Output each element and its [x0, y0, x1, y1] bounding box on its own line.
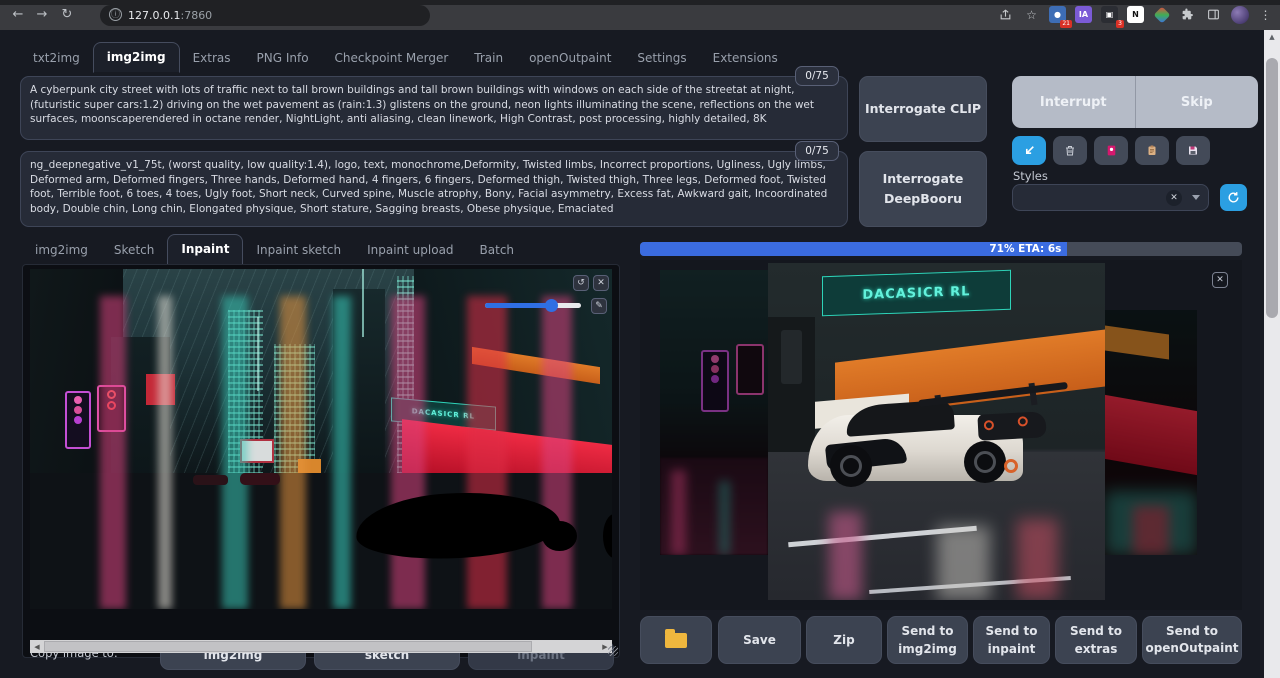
bookmark-star-icon[interactable]: ☆ — [1021, 4, 1042, 25]
site-info-icon[interactable]: ⓘ — [109, 8, 122, 21]
extension-dark-icon[interactable]: ▣ 3 — [1099, 4, 1120, 25]
img2img-mode-tabs: img2img Sketch Inpaint Inpaint sketch In… — [22, 234, 527, 265]
interrogate-clip-button[interactable]: Interrogate CLIP — [859, 76, 987, 142]
browser-toolbar: ← → ↻ ⓘ 127.0.0.1:7860 ☆ ● 21 IA ▣ 3 N — [0, 0, 1280, 30]
browser-back-icon[interactable]: ← — [8, 5, 28, 25]
styles-clear-icon[interactable]: ✕ — [1166, 190, 1182, 206]
extension-diamond-icon[interactable] — [1151, 4, 1172, 25]
scroll-up-icon[interactable]: ▲ — [1264, 30, 1280, 41]
tab-extensions[interactable]: Extensions — [700, 44, 791, 73]
preview-right-edge — [1105, 310, 1197, 555]
canvas-undo-icon[interactable]: ↺ — [573, 275, 589, 291]
browser-menu-icon[interactable]: ⋮ — [1255, 4, 1276, 25]
canvas-scroll-thumb[interactable] — [44, 641, 532, 652]
generation-progress-bar: 71% ETA: 6s — [640, 242, 1242, 256]
canvas-resize-grip[interactable] — [608, 646, 618, 656]
prompt-token-counter: 0/75 — [795, 66, 839, 86]
negative-prompt-input[interactable]: ng_deepnegative_v1_75t, (worst quality, … — [20, 151, 848, 227]
extension-ia-icon[interactable]: IA — [1073, 4, 1094, 25]
extra-networks-icon[interactable] — [1094, 136, 1128, 165]
url-port: :7860 — [180, 9, 212, 22]
tab-extras[interactable]: Extras — [180, 44, 244, 73]
styles-caret-icon — [1192, 195, 1200, 200]
zip-button[interactable]: Zip — [806, 616, 882, 664]
tab-png-info[interactable]: PNG Info — [244, 44, 322, 73]
apply-style-clipboard-icon[interactable] — [1135, 136, 1169, 165]
preview-left-edge — [660, 270, 768, 555]
mode-tab-inpaint-upload[interactable]: Inpaint upload — [354, 236, 466, 265]
tab-txt2img[interactable]: txt2img — [20, 44, 93, 73]
progress-fill: 71% ETA: 6s — [640, 242, 1067, 256]
tab-img2img[interactable]: img2img — [93, 42, 180, 73]
interrogate-deepbooru-button[interactable]: Interrogate DeepBooru — [859, 151, 987, 227]
tab-checkpoint-merger[interactable]: Checkpoint Merger — [322, 44, 462, 73]
clear-prompt-trash-icon[interactable] — [1053, 136, 1087, 165]
send-to-inpaint-button[interactable]: Send to inpaint — [973, 616, 1050, 664]
extension-notion-icon[interactable]: N — [1125, 4, 1146, 25]
share-icon[interactable] — [995, 4, 1016, 25]
save-button[interactable]: Save — [718, 616, 801, 664]
page-scroll-thumb[interactable] — [1266, 58, 1278, 318]
paste-params-icon[interactable] — [1012, 136, 1046, 165]
main-tab-bar: txt2img img2img Extras PNG Info Checkpoi… — [20, 42, 791, 73]
preview-current-image[interactable]: DACASICR RL — [768, 263, 1105, 600]
canvas-clear-icon[interactable]: ✕ — [593, 275, 609, 291]
styles-label: Styles — [1013, 169, 1048, 183]
skip-button[interactable]: Skip — [1135, 76, 1259, 128]
inpaint-canvas[interactable]: DACASICR RL — [22, 264, 620, 658]
preview-sign-text: DACASICR RL — [822, 270, 1011, 317]
url-host: 127.0.0.1 — [128, 9, 180, 22]
mode-tab-inpaint-sketch[interactable]: Inpaint sketch — [243, 236, 354, 265]
tab-settings[interactable]: Settings — [624, 44, 699, 73]
extensions-puzzle-icon[interactable] — [1177, 4, 1198, 25]
webui-page: txt2img img2img Extras PNG Info Checkpoi… — [0, 30, 1280, 678]
interrupt-button[interactable]: Interrupt — [1012, 76, 1135, 128]
tab-train[interactable]: Train — [461, 44, 516, 73]
refresh-styles-button[interactable] — [1220, 184, 1247, 211]
send-to-extras-button[interactable]: Send to extras — [1055, 616, 1137, 664]
address-bar[interactable]: ⓘ 127.0.0.1:7860 — [100, 5, 430, 26]
extension-colorpick-icon[interactable]: ● 21 — [1047, 4, 1068, 25]
canvas-horizontal-scrollbar[interactable]: ◀ ▶ — [30, 640, 612, 653]
prompt-tools — [1012, 136, 1210, 165]
send-to-openoutpaint-button[interactable]: Send to openOutpaint — [1142, 616, 1242, 664]
live-preview-panel: DACASICR RL — [640, 260, 1242, 610]
browser-reload-icon[interactable]: ↻ — [57, 5, 77, 25]
save-style-icon[interactable] — [1176, 136, 1210, 165]
styles-dropdown[interactable]: ✕ — [1012, 184, 1209, 211]
browser-forward-icon[interactable]: → — [32, 5, 52, 25]
mode-tab-img2img[interactable]: img2img — [22, 236, 101, 265]
brush-slider-knob[interactable] — [545, 299, 558, 312]
generation-controls: Interrupt Skip — [1012, 76, 1258, 128]
negative-token-counter: 0/75 — [795, 141, 839, 161]
inpaint-source-image[interactable]: DACASICR RL — [30, 269, 612, 609]
page-scrollbar[interactable]: ▲ — [1264, 30, 1280, 678]
brush-tool-icon[interactable]: ✎ — [591, 298, 607, 314]
preview-close-icon[interactable]: ✕ — [1212, 272, 1228, 288]
mode-tab-batch[interactable]: Batch — [467, 236, 528, 265]
browser-avatar[interactable] — [1229, 4, 1250, 25]
sidebar-toggle-icon[interactable] — [1203, 4, 1224, 25]
prompt-input[interactable]: A cyberpunk city street with lots of tra… — [20, 76, 848, 140]
mode-tab-inpaint[interactable]: Inpaint — [167, 234, 243, 265]
mode-tab-sketch[interactable]: Sketch — [101, 236, 167, 265]
folder-icon — [665, 633, 687, 648]
send-to-img2img-button[interactable]: Send to img2img — [887, 616, 968, 664]
tab-openoutpaint[interactable]: openOutpaint — [516, 44, 624, 73]
open-folder-button[interactable] — [640, 616, 712, 664]
brush-size-slider[interactable] — [485, 303, 581, 308]
scroll-left-icon[interactable]: ◀ — [30, 643, 44, 651]
